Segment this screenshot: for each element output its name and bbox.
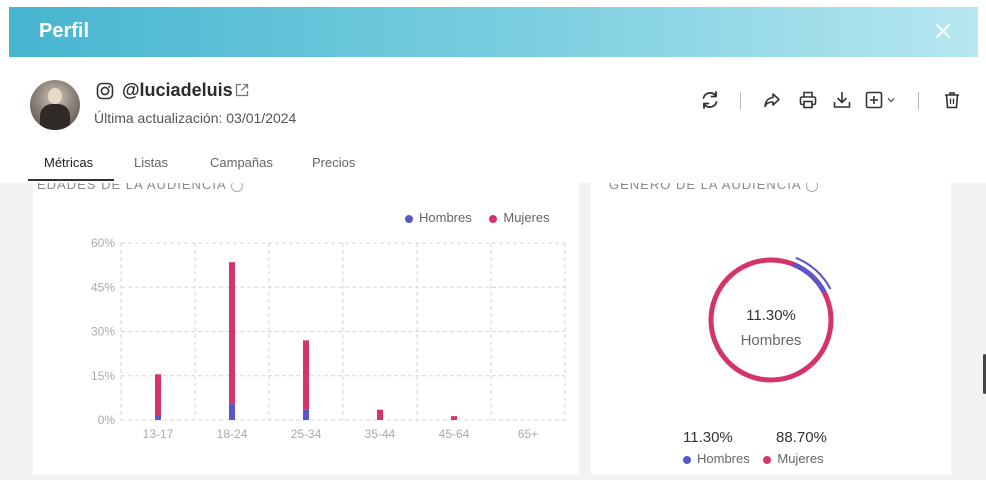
donut-hover-outline: [795, 256, 832, 290]
refresh-button[interactable]: [698, 88, 722, 112]
bar-hombres[interactable]: [377, 419, 383, 420]
donut-center-value: 11.30%: [746, 307, 796, 324]
bar-mujeres[interactable]: [229, 262, 235, 404]
donut-center-label: Hombres: [740, 332, 802, 349]
panel-header: Perfil: [9, 7, 978, 57]
external-link-icon[interactable]: [234, 82, 250, 98]
close-icon: [936, 24, 950, 38]
close-button[interactable]: [928, 16, 958, 46]
profile-panel: Perfil @luciadeluis Última actualización…: [0, 0, 986, 480]
legend-mujeres[interactable]: Mujeres: [763, 451, 824, 466]
toolbar-divider: [918, 92, 919, 110]
active-tab-indicator: [28, 179, 114, 181]
y-tick-label: 60%: [91, 236, 115, 250]
bar-mujeres[interactable]: [303, 340, 309, 410]
bar-hombres[interactable]: [451, 419, 457, 420]
ages-bar-chart: 0% 15% 30% 45% 60% 13-17 18-24 25-34 35-44 45-64 6…: [91, 236, 566, 441]
share-icon: [764, 93, 780, 108]
mujeres-percent: 88.70%: [776, 429, 827, 446]
x-tick-label: 45-64: [439, 427, 470, 441]
tab-listas[interactable]: Listas: [134, 155, 168, 170]
x-tick-label: 18-24: [217, 427, 248, 441]
tab-metricas[interactable]: Métricas: [44, 155, 93, 170]
trash-icon: [945, 92, 959, 109]
bar-mujeres[interactable]: [377, 409, 383, 420]
x-tick-label: 35-44: [365, 427, 396, 441]
delete-button[interactable]: [940, 88, 964, 112]
legend-hombres[interactable]: Hombres: [683, 451, 750, 466]
x-tick-label: 13-17: [143, 427, 174, 441]
toolbar-divider: [740, 92, 741, 110]
y-tick-label: 45%: [91, 280, 115, 294]
y-tick-label: 15%: [91, 369, 115, 383]
bar-mujeres[interactable]: [155, 374, 161, 416]
tab-precios[interactable]: Precios: [312, 155, 355, 170]
add-to-list-icon: [865, 91, 883, 109]
profile-username[interactable]: @luciadeluis: [122, 80, 233, 101]
share-button[interactable]: [760, 88, 784, 112]
x-tick-label: 65+: [518, 427, 538, 441]
gender-legend: Hombres Mujeres: [683, 451, 824, 466]
ages-card: EDADES DE LA AUDIENCIA Hombres Mujeres 0…: [33, 183, 579, 475]
panel-title: Perfil: [39, 20, 90, 42]
add-to-list-button[interactable]: [864, 88, 902, 112]
chevron-down-icon: [887, 98, 895, 103]
donut-slice-hombres[interactable]: [792, 261, 827, 294]
tab-campanas[interactable]: Campañas: [210, 155, 273, 170]
gender-card: GÉNERO DE LA AUDIENCIA 11.30% Hombres 11…: [591, 183, 951, 475]
profile-summary: @luciadeluis Última actualización: 03/01…: [30, 76, 970, 136]
bar-hombres[interactable]: [155, 415, 161, 420]
x-tick-label: 25-34: [291, 427, 322, 441]
y-tick-label: 0%: [98, 413, 116, 427]
last-updated: Última actualización: 03/01/2024: [94, 110, 297, 126]
gender-donut-chart: [708, 256, 834, 383]
bar-hombres[interactable]: [303, 409, 309, 420]
bar-hombres[interactable]: [229, 403, 235, 420]
download-button[interactable]: [830, 88, 854, 112]
y-tick-label: 30%: [91, 325, 115, 339]
refresh-icon: [702, 91, 718, 109]
print-button[interactable]: [796, 88, 820, 112]
bar-mujeres[interactable]: [451, 416, 457, 420]
download-icon: [833, 91, 851, 108]
instagram-icon: [96, 82, 114, 100]
metrics-content: EDADES DE LA AUDIENCIA Hombres Mujeres 0…: [0, 183, 986, 480]
avatar: [30, 80, 80, 130]
print-icon: [799, 91, 817, 109]
hombres-percent: 11.30%: [683, 429, 733, 446]
